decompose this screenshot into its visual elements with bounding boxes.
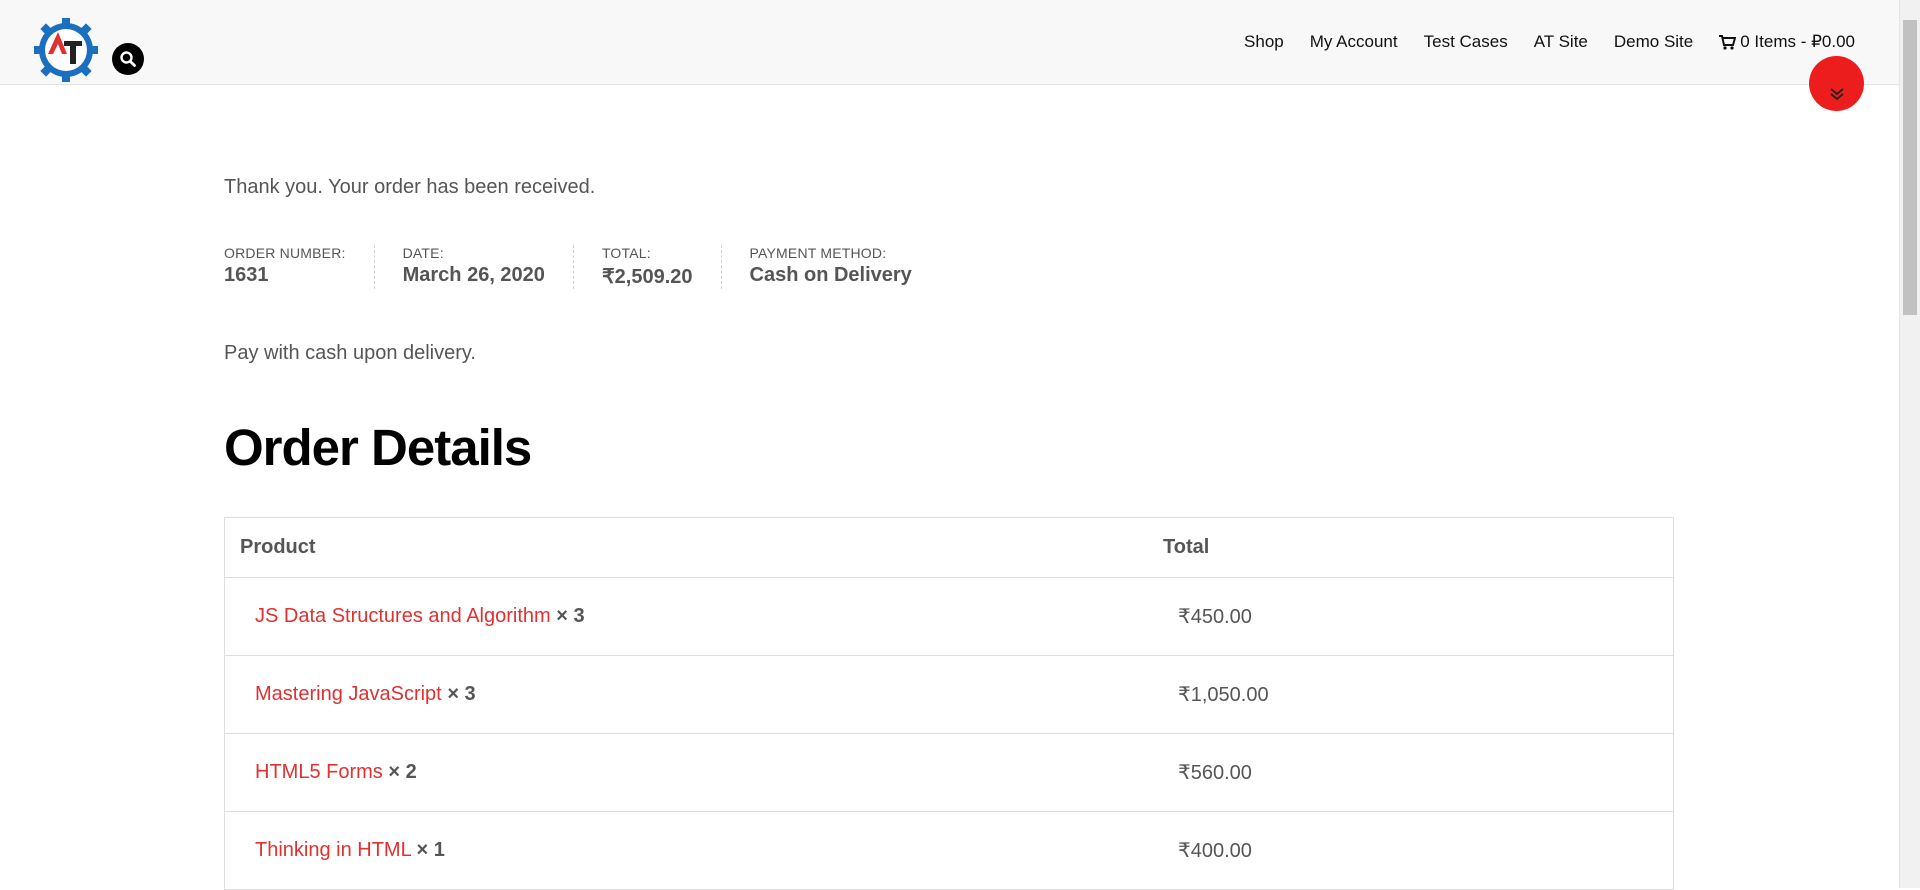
product-quantity: × 2 [388,761,417,783]
search-icon [120,51,136,67]
product-quantity: × 1 [416,839,445,861]
table-row: HTML5 Forms × 2 ₹560.00 [224,733,1674,812]
cart-label: 0 Items - ₽0.00 [1740,32,1855,51]
line-total: ₹1,050.00 [1148,655,1674,734]
payment-method: PAYMENT METHOD: Cash on Delivery [750,245,940,289]
order-details-table: Product Total JS Data Structures and Alg… [224,517,1674,890]
order-total-label: TOTAL: [601,245,651,261]
product-link[interactable]: Mastering JavaScript [255,683,442,705]
product-link[interactable]: JS Data Structures and Algorithm [255,605,551,627]
order-number-label: ORDER NUMBER: [224,245,346,261]
nav-test-cases[interactable]: Test Cases [1424,32,1508,52]
nav-shop[interactable]: Shop [1244,32,1284,52]
total-column-header: Total [1148,517,1674,578]
payment-note: Pay with cash upon delivery. [224,342,476,364]
main-nav: Shop My Account Test Cases AT Site Demo … [1218,32,1855,52]
table-header-row: Product Total [224,517,1674,578]
gear-logo-icon [34,18,98,82]
product-cell: Mastering JavaScript × 3 [224,655,1148,734]
order-number: ORDER NUMBER: 1631 [224,245,375,289]
scrollbar-thumb[interactable] [1903,20,1917,315]
payment-method-label: PAYMENT METHOD: [749,245,887,261]
product-quantity: × 3 [556,605,585,627]
product-quantity: × 3 [447,683,476,705]
order-received-notice: Thank you. Your order has been received. [224,176,596,198]
product-link[interactable]: HTML5 Forms [255,761,383,783]
line-total: ₹560.00 [1148,733,1674,812]
order-date-value: March 26, 2020 [402,264,545,286]
product-column-header: Product [224,517,1148,578]
order-overview: ORDER NUMBER: 1631 DATE: March 26, 2020 … [224,245,968,289]
product-cell: HTML5 Forms × 2 [224,733,1148,812]
table-row: Mastering JavaScript × 3 ₹1,050.00 [224,655,1674,734]
order-details-title: Order Details [224,419,532,476]
cart-icon [1719,34,1737,50]
product-link[interactable]: Thinking in HTML [255,839,411,861]
order-total: TOTAL: ₹2,509.20 [602,245,722,289]
site-header: Shop My Account Test Cases AT Site Demo … [0,0,1900,85]
table-row: Thinking in HTML × 1 ₹400.00 [224,811,1674,890]
line-total: ₹450.00 [1148,577,1674,656]
product-cell: Thinking in HTML × 1 [224,811,1148,890]
double-chevron-down-icon [1829,88,1844,101]
nav-at-site[interactable]: AT Site [1534,32,1588,52]
search-button[interactable] [112,43,144,75]
table-row: JS Data Structures and Algorithm × 3 ₹45… [224,577,1674,656]
order-number-value: 1631 [224,264,269,286]
scroll-down-button[interactable] [1809,56,1864,111]
order-date-label: DATE: [402,245,444,261]
vertical-scrollbar[interactable] [1899,0,1920,888]
site-logo[interactable] [34,16,102,84]
order-total-value: ₹2,509.20 [601,266,693,288]
product-cell: JS Data Structures and Algorithm × 3 [224,577,1148,656]
payment-method-value: Cash on Delivery [749,264,912,286]
nav-my-account[interactable]: My Account [1310,32,1398,52]
nav-demo-site[interactable]: Demo Site [1614,32,1693,52]
line-total: ₹400.00 [1148,811,1674,890]
nav-cart[interactable]: 0 Items - ₽0.00 [1719,32,1855,52]
order-date: DATE: March 26, 2020 [403,245,574,289]
